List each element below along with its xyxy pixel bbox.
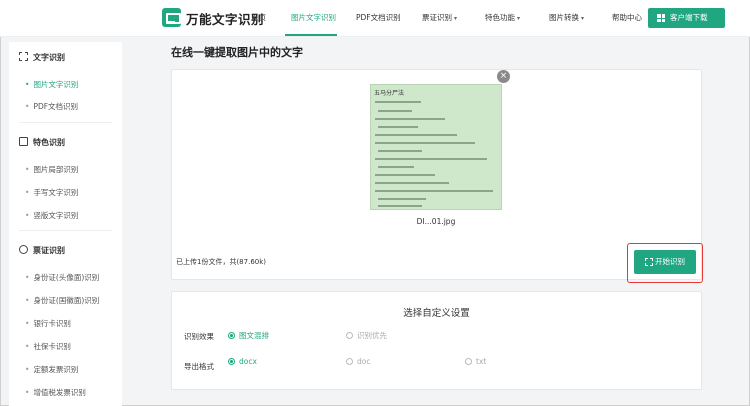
scan-icon <box>645 258 653 266</box>
nav-ticket[interactable]: 票证识别 ▾ <box>422 12 457 23</box>
format-label: 导出格式 <box>184 362 214 371</box>
sidebar-item-image-ocr[interactable]: 图片文字识别 <box>25 79 78 90</box>
start-recognition-button[interactable]: 开始识别 <box>634 250 696 274</box>
format-option-doc[interactable]: doc <box>346 357 370 366</box>
nav-active-underline <box>285 34 337 36</box>
radio-checked-icon <box>228 332 235 339</box>
radio-unchecked-icon <box>346 358 353 365</box>
chevron-down-icon: ▾ <box>517 15 521 22</box>
sidebar-section-text-ocr[interactable]: 文字识别 <box>19 52 65 63</box>
nav-home[interactable]: 首页 <box>251 12 266 23</box>
sidebar-item-handwriting-ocr[interactable]: 手写文字识别 <box>25 187 78 198</box>
ticket-icon <box>19 245 28 254</box>
nav-pdf[interactable]: PDF文档识别 <box>356 12 401 23</box>
start-recognition-label: 开始识别 <box>655 257 685 266</box>
upload-status-text: 已上传1份文件，共(87.60k) <box>176 258 267 266</box>
client-download-label: 客户端下载 <box>670 13 708 22</box>
format-option-label: doc <box>357 357 371 366</box>
sidebar-section-title: 票证识别 <box>33 246 65 255</box>
format-option-label: docx <box>239 357 257 366</box>
nav-help[interactable]: 帮助中心 <box>612 12 642 23</box>
sidebar-section-title: 文字识别 <box>33 53 65 62</box>
sidebar-item-vat-invoice[interactable]: 增值税发票识别 <box>25 387 86 398</box>
format-option-txt[interactable]: txt <box>465 357 486 366</box>
app-logo-icon[interactable] <box>162 8 181 27</box>
windows-icon <box>657 14 665 22</box>
nav-image-convert[interactable]: 图片转换 ▾ <box>549 12 584 23</box>
uploaded-image-thumbnail: 五马分尸法 <box>370 84 502 210</box>
radio-unchecked-icon <box>465 358 472 365</box>
radio-checked-icon <box>228 358 235 365</box>
sidebar-divider <box>19 230 112 231</box>
top-header: 万能文字识别 首页 图片文字识别 PDF文档识别 票证识别 ▾ 特色功能 ▾ 图片转… <box>0 0 750 37</box>
effect-option-mixed[interactable]: 图文混排 <box>228 330 269 341</box>
format-option-label: txt <box>476 357 487 366</box>
scan-text-icon <box>19 52 28 61</box>
client-download-button[interactable]: 客户端下载 <box>648 8 725 28</box>
sidebar: 文字识别 图片文字识别 PDF文档识别 特色识别 图片局部识别 手写文字识别 竖… <box>9 42 122 406</box>
uploaded-file-name: DI...01.jpg <box>416 217 456 226</box>
nav-image-convert-label: 图片转换 <box>549 13 579 22</box>
sidebar-item-partial-ocr[interactable]: 图片局部识别 <box>25 164 78 175</box>
sidebar-item-id-back[interactable]: 身份证(国徽面)识别 <box>25 295 99 306</box>
effect-option-priority[interactable]: 识别优先 <box>346 330 387 341</box>
feature-icon <box>19 137 28 146</box>
sidebar-section-title: 特色识别 <box>33 138 65 147</box>
sidebar-section-ticket-ocr[interactable]: 票证识别 <box>19 245 65 256</box>
page-title: 在线一键提取图片中的文字 <box>171 46 303 59</box>
sidebar-item-vertical-ocr[interactable]: 竖版文字识别 <box>25 210 78 221</box>
sidebar-divider <box>19 122 112 123</box>
effect-option-label: 图文混排 <box>239 331 269 340</box>
sidebar-item-quota-invoice[interactable]: 定额发票识别 <box>25 364 78 375</box>
nav-features-label: 特色功能 <box>485 13 515 22</box>
sidebar-section-feature-ocr[interactable]: 特色识别 <box>19 137 65 148</box>
chevron-down-icon: ▾ <box>581 15 585 22</box>
settings-title: 选择自定义设置 <box>403 308 470 319</box>
sidebar-item-id-front[interactable]: 身份证(头像面)识别 <box>25 272 99 283</box>
effect-label: 识别效果 <box>184 332 214 341</box>
nav-features[interactable]: 特色功能 ▾ <box>485 12 520 23</box>
preview-title: 五马分尸法 <box>374 90 405 97</box>
remove-file-close-icon[interactable]: × <box>497 70 510 83</box>
sidebar-item-pdf-ocr[interactable]: PDF文档识别 <box>25 101 78 112</box>
effect-option-label: 识别优先 <box>357 331 387 340</box>
chevron-down-icon: ▾ <box>454 15 458 22</box>
format-option-docx[interactable]: docx <box>228 357 257 366</box>
sidebar-item-social-card[interactable]: 社保卡识别 <box>25 341 71 352</box>
sidebar-item-bank-card[interactable]: 银行卡识别 <box>25 318 71 329</box>
radio-unchecked-icon <box>346 332 353 339</box>
nav-ticket-label: 票证识别 <box>422 13 452 22</box>
nav-image-ocr[interactable]: 图片文字识别 <box>291 12 336 23</box>
